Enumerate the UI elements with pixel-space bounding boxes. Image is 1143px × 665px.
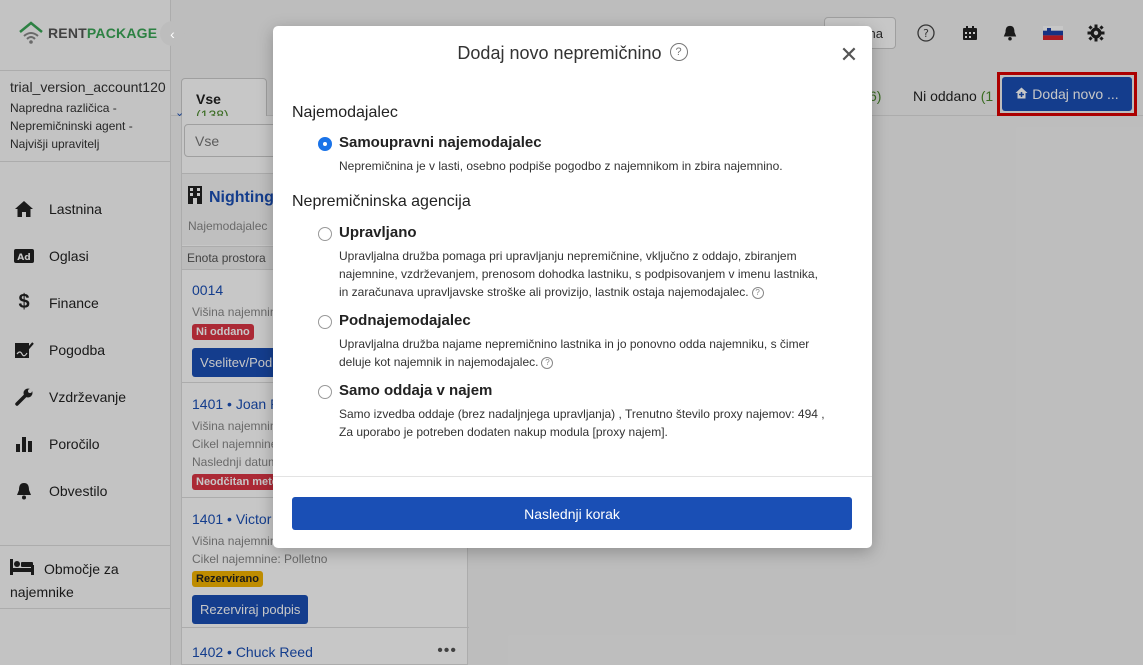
- add-property-modal: Dodaj novo nepremičnino? ✕ Najemodajalec…: [273, 26, 872, 548]
- next-step-button[interactable]: Naslednji korak: [292, 497, 852, 530]
- option-managed[interactable]: Upravljano Upravljalna družba pomaga pri…: [318, 224, 828, 301]
- option-description: Nepremičnina je v lasti, osebno podpiše …: [339, 159, 783, 173]
- radio-button[interactable]: [318, 385, 332, 399]
- option-description: Samo izvedba oddaje (brez nadaljnjega up…: [339, 407, 825, 439]
- option-description: Upravljalna družba pomaga pri upravljanj…: [339, 247, 829, 301]
- close-icon[interactable]: ✕: [838, 44, 860, 66]
- chevron-left-icon: ‹: [170, 25, 175, 42]
- help-icon[interactable]: ?: [669, 43, 688, 62]
- radio-button[interactable]: [318, 227, 332, 241]
- modal-title-text: Dodaj novo nepremičnino: [457, 43, 662, 63]
- option-sublandlord[interactable]: Podnajemodajalec Upravljalna družba naja…: [318, 312, 828, 371]
- option-description: Upravljalna družba najame nepremičnino l…: [339, 335, 829, 371]
- section-title-landlord: Najemodajalec: [292, 104, 398, 121]
- modal-footer: Naslednji korak: [273, 476, 872, 548]
- option-description-text: Upravljalna družba najame nepremičnino l…: [339, 337, 810, 369]
- option-description-text: Upravljalna družba pomaga pri upravljanj…: [339, 249, 818, 299]
- help-icon[interactable]: ?: [751, 286, 764, 299]
- option-label[interactable]: Podnajemodajalec: [339, 312, 828, 329]
- collapse-sidebar-button[interactable]: ‹: [160, 21, 185, 46]
- modal-title: Dodaj novo nepremičnino?: [273, 43, 872, 64]
- option-lease-only[interactable]: Samo oddaja v najem Samo izvedba oddaje …: [318, 382, 828, 441]
- option-label[interactable]: Samo oddaja v najem: [339, 382, 828, 399]
- option-self-managed[interactable]: Samoupravni najemodajalec Nepremičnina j…: [318, 134, 828, 175]
- option-label[interactable]: Upravljano: [339, 224, 828, 241]
- radio-button[interactable]: [318, 137, 332, 151]
- help-icon[interactable]: ?: [541, 356, 554, 369]
- section-title-agency: Nepremičninska agencija: [292, 193, 471, 210]
- radio-button[interactable]: [318, 315, 332, 329]
- option-label[interactable]: Samoupravni najemodajalec: [339, 134, 828, 151]
